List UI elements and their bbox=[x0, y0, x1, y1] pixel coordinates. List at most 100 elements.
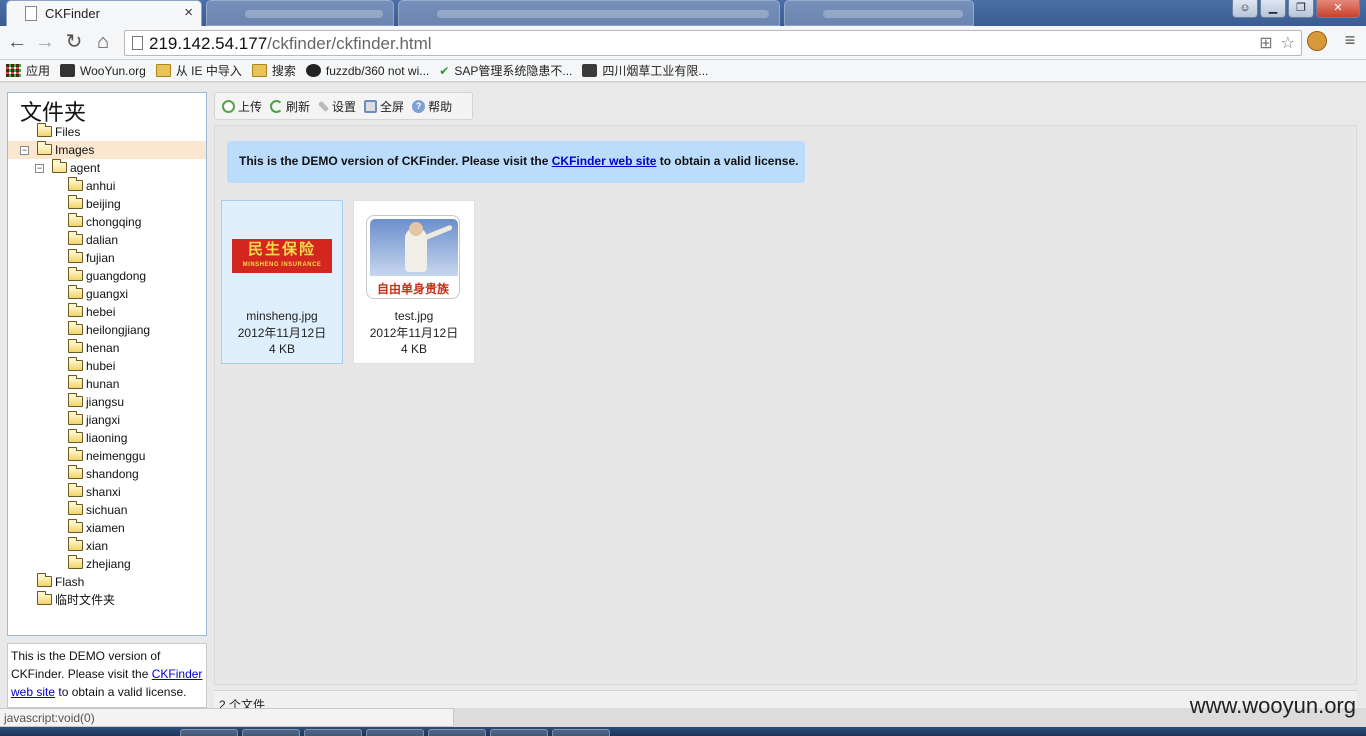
tab-ckfinder[interactable]: CKFinder × bbox=[6, 0, 202, 26]
tab-background[interactable] bbox=[784, 0, 974, 26]
bookmark-apps[interactable]: 应用 bbox=[6, 62, 50, 79]
folder-label: xian bbox=[86, 539, 109, 553]
cookie-extension-icon[interactable] bbox=[1307, 31, 1327, 51]
tab-background[interactable] bbox=[398, 0, 780, 26]
folder-label: jiangsu bbox=[86, 395, 125, 409]
tab-background[interactable] bbox=[206, 0, 394, 26]
bookmark-search[interactable]: 搜索 bbox=[251, 62, 296, 79]
folder-icon bbox=[37, 573, 52, 587]
taskbar-item[interactable] bbox=[552, 729, 610, 736]
bookmark-sichuan[interactable]: 四川烟草工业有限... bbox=[582, 62, 708, 79]
fullscreen-button[interactable]: 全屏 bbox=[364, 98, 404, 115]
reload-icon[interactable]: ↻ bbox=[62, 31, 86, 55]
bookmark-fuzzdb[interactable]: fuzzdb/360 not wi... bbox=[305, 64, 429, 78]
folder-jiangxi[interactable]: jiangxi bbox=[8, 411, 206, 429]
folder-hubei[interactable]: hubei bbox=[8, 357, 206, 375]
menu-icon[interactable]: ≡ bbox=[1340, 30, 1360, 51]
file-size: 4 KB bbox=[268, 342, 295, 356]
folder-henan[interactable]: henan bbox=[8, 339, 206, 357]
folder-sichuan[interactable]: sichuan bbox=[8, 501, 206, 519]
file-thumbnail: 自由单身贵族 bbox=[366, 215, 460, 299]
forward-icon[interactable]: → bbox=[33, 31, 57, 55]
file-item-minsheng[interactable]: 民生保险 MINSHENG INSURANCE minsheng.jpg 201… bbox=[221, 200, 343, 364]
home-icon[interactable]: ⌂ bbox=[91, 31, 115, 55]
user-icon[interactable]: ☺ bbox=[1232, 0, 1258, 18]
folder-icon bbox=[68, 267, 83, 281]
folder-flash[interactable]: Flash bbox=[8, 573, 206, 591]
folder-anhui[interactable]: anhui bbox=[8, 177, 206, 195]
folder-images[interactable]: − Images bbox=[8, 141, 206, 159]
taskbar-item[interactable] bbox=[490, 729, 548, 736]
back-icon[interactable]: ← bbox=[5, 31, 29, 55]
help-icon: ? bbox=[412, 99, 426, 113]
folder-icon bbox=[37, 141, 52, 155]
folder-dalian[interactable]: dalian bbox=[8, 231, 206, 249]
folder-agent[interactable]: − agent bbox=[8, 159, 206, 177]
folder-liaoning[interactable]: liaoning bbox=[8, 429, 206, 447]
bookmark-star-icon[interactable]: ☆ bbox=[1281, 33, 1295, 53]
address-bar[interactable]: 219.142.54.177/ckfinder/ckfinder.html ⊞ … bbox=[124, 30, 1302, 56]
folder-icon bbox=[68, 447, 83, 461]
bookmark-sap[interactable]: ✔ SAP管理系统隐患不... bbox=[439, 62, 572, 79]
collapse-toggle-icon[interactable]: − bbox=[35, 164, 44, 173]
folder-icon bbox=[68, 285, 83, 299]
folder-xiamen[interactable]: xiamen bbox=[8, 519, 206, 537]
folder-label: agent bbox=[70, 161, 101, 175]
folder-icon bbox=[68, 537, 83, 551]
folder-label: shanxi bbox=[86, 485, 121, 499]
upload-button[interactable]: 上传 bbox=[222, 98, 262, 115]
taskbar-item[interactable] bbox=[242, 729, 300, 736]
folder-icon bbox=[37, 123, 52, 137]
folder-label: Files bbox=[55, 125, 81, 139]
taskbar-item[interactable] bbox=[366, 729, 424, 736]
folder-beijing[interactable]: beijing bbox=[8, 195, 206, 213]
taskbar-item[interactable] bbox=[180, 729, 238, 736]
folder-label: anhui bbox=[86, 179, 116, 193]
site-icon bbox=[582, 64, 598, 77]
folder-fujian[interactable]: fujian bbox=[8, 249, 206, 267]
folder-neimenggu[interactable]: neimenggu bbox=[8, 447, 206, 465]
folder-guangdong[interactable]: guangdong bbox=[8, 267, 206, 285]
close-window-button[interactable]: ✕ bbox=[1316, 0, 1360, 18]
bookmark-import-ie[interactable]: 从 IE 中导入 bbox=[155, 62, 242, 79]
translate-icon[interactable]: ⊞ bbox=[1259, 33, 1272, 53]
ckfinder-website-link[interactable]: CKFinder web site bbox=[552, 154, 657, 168]
folder-icon bbox=[68, 501, 83, 515]
folder-hebei[interactable]: hebei bbox=[8, 303, 206, 321]
taskbar-item[interactable] bbox=[428, 729, 486, 736]
folder-chongqing[interactable]: chongqing bbox=[8, 213, 206, 231]
file-thumbnail: 民生保险 MINSHENG INSURANCE bbox=[232, 239, 332, 273]
check-icon: ✔ bbox=[439, 63, 450, 78]
folder-临时文件夹[interactable]: 临时文件夹 bbox=[8, 591, 206, 609]
bookmark-wooyun[interactable]: WooYun.org bbox=[60, 64, 146, 78]
settings-button[interactable]: 设置 bbox=[317, 98, 356, 115]
help-button[interactable]: ? 帮助 bbox=[412, 98, 452, 115]
folder-shandong[interactable]: shandong bbox=[8, 465, 206, 483]
folder-icon bbox=[68, 195, 83, 209]
file-item-test[interactable]: 自由单身贵族 test.jpg 2012年11月12日 4 KB bbox=[353, 200, 475, 364]
folder-files[interactable]: Files bbox=[8, 123, 206, 141]
settings-icon bbox=[317, 100, 330, 112]
folder-icon bbox=[68, 321, 83, 335]
file-name: test.jpg bbox=[394, 309, 434, 323]
tab-close-icon[interactable]: × bbox=[184, 4, 193, 21]
taskbar-item[interactable] bbox=[304, 729, 362, 736]
folder-icon bbox=[68, 483, 83, 497]
folder-jiangsu[interactable]: jiangsu bbox=[8, 393, 206, 411]
folder-hunan[interactable]: hunan bbox=[8, 375, 206, 393]
folder-heilongjiang[interactable]: heilongjiang bbox=[8, 321, 206, 339]
url-text: 219.142.54.177/ckfinder/ckfinder.html bbox=[149, 34, 432, 53]
folder-xian[interactable]: xian bbox=[8, 537, 206, 555]
window-controls: ☺ ▁ ❐ ✕ bbox=[1232, 0, 1360, 18]
maximize-button[interactable]: ❐ bbox=[1288, 0, 1314, 18]
refresh-button[interactable]: 刷新 bbox=[270, 98, 310, 115]
folder-shanxi[interactable]: shanxi bbox=[8, 483, 206, 501]
file-date: 2012年11月12日 bbox=[237, 326, 327, 340]
minimize-button[interactable]: ▁ bbox=[1260, 0, 1286, 18]
collapse-toggle-icon[interactable]: − bbox=[20, 146, 29, 155]
tab-strip: CKFinder × ☺ ▁ ❐ ✕ bbox=[0, 0, 1366, 26]
folder-guangxi[interactable]: guangxi bbox=[8, 285, 206, 303]
folder-zhejiang[interactable]: zhejiang bbox=[8, 555, 206, 573]
folder-icon bbox=[68, 357, 83, 371]
folder-icon bbox=[68, 303, 83, 317]
